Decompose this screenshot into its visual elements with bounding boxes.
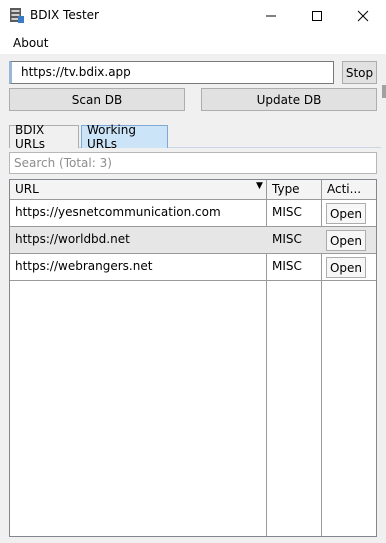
row-url: https://worldbd.net bbox=[15, 232, 130, 246]
menu-bar bbox=[0, 32, 386, 54]
row-type: MISC bbox=[272, 259, 302, 273]
table-row: https://yesnetcommunication.com MISC Ope… bbox=[10, 200, 376, 227]
menu-about[interactable]: About bbox=[13, 36, 48, 50]
row-type: MISC bbox=[272, 205, 302, 219]
window-title: BDIX Tester bbox=[30, 8, 99, 22]
minimize-button[interactable] bbox=[248, 0, 294, 32]
urls-table: URL ▼ Type Acti... https://yesnetcommuni… bbox=[9, 179, 377, 537]
url-input[interactable]: https://tv.bdix.app bbox=[9, 61, 334, 84]
search-input[interactable]: Search (Total: 3) bbox=[9, 152, 377, 174]
open-button[interactable]: Open bbox=[326, 230, 366, 251]
minimize-icon bbox=[266, 15, 276, 17]
scrollbar-edge bbox=[382, 85, 386, 98]
maximize-icon bbox=[312, 11, 322, 21]
update-db-button[interactable]: Update DB bbox=[201, 88, 377, 111]
close-icon bbox=[357, 10, 369, 22]
row-url: https://yesnetcommunication.com bbox=[15, 205, 221, 219]
stop-button[interactable]: Stop bbox=[342, 61, 377, 84]
row-type: MISC bbox=[272, 232, 302, 246]
column-header-url[interactable]: URL bbox=[10, 180, 267, 200]
sort-descending-icon: ▼ bbox=[256, 181, 263, 191]
open-button[interactable]: Open bbox=[326, 203, 366, 224]
tab-working-urls[interactable]: Working URLs bbox=[81, 123, 168, 151]
column-header-action[interactable]: Acti... bbox=[322, 180, 376, 200]
maximize-button[interactable] bbox=[294, 0, 340, 32]
table-row: https://worldbd.net MISC Open bbox=[10, 227, 376, 254]
row-url: https://webrangers.net bbox=[15, 259, 153, 273]
table-row: https://webrangers.net MISC Open bbox=[10, 254, 376, 281]
close-button[interactable] bbox=[340, 0, 386, 32]
app-icon bbox=[9, 7, 25, 24]
scan-db-button[interactable]: Scan DB bbox=[9, 88, 185, 111]
tab-bdix-urls[interactable]: BDIX URLs bbox=[9, 123, 79, 151]
column-header-type[interactable]: Type bbox=[267, 180, 322, 200]
open-button[interactable]: Open bbox=[326, 257, 366, 278]
